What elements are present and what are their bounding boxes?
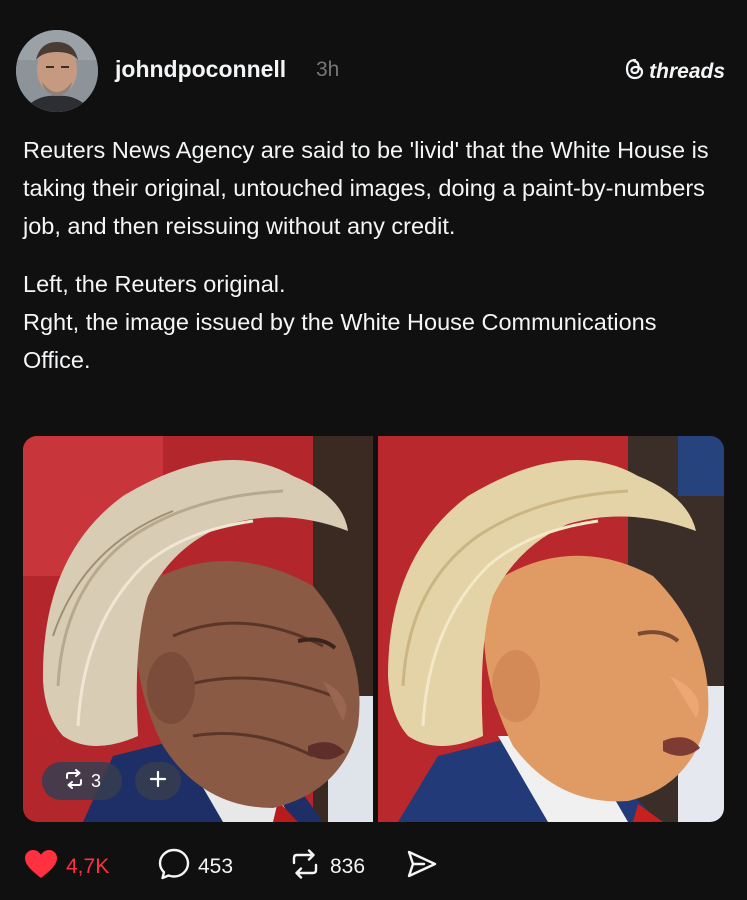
post-caption-right: Rght, the image issued by the White Hous… — [23, 309, 657, 373]
comment-icon — [158, 848, 190, 886]
avatar[interactable] — [16, 30, 98, 112]
post-caption-left: Left, the Reuters original. — [23, 271, 286, 297]
reply-count: 453 — [198, 855, 234, 878]
post-paragraph: Reuters News Agency are said to be 'livi… — [23, 137, 709, 239]
heart-icon — [24, 849, 58, 885]
photo-edited[interactable] — [378, 436, 724, 822]
media-repost-chip[interactable]: 3 — [42, 762, 122, 800]
add-button[interactable] — [135, 762, 181, 800]
send-icon — [406, 849, 438, 885]
action-bar: 4,7K 453 836 — [24, 848, 438, 886]
reply-button[interactable]: 453 — [158, 848, 288, 886]
like-count: 4,7K — [66, 855, 110, 878]
username[interactable]: johndpoconnell — [115, 56, 286, 83]
media-repost-count: 3 — [90, 770, 101, 791]
repost-count: 836 — [330, 855, 366, 878]
threads-brand[interactable]: threads — [625, 58, 725, 86]
like-button[interactable]: 4,7K — [24, 849, 158, 885]
repost-icon — [288, 849, 322, 885]
post-text: Reuters News Agency are said to be 'livi… — [23, 131, 728, 379]
threads-wordmark: threads — [649, 60, 725, 83]
timestamp: 3h — [316, 58, 340, 81]
threads-logo-icon — [625, 58, 645, 86]
repost-icon — [63, 768, 85, 794]
repost-button[interactable]: 836 — [288, 849, 406, 885]
plus-icon — [148, 769, 168, 794]
share-button[interactable] — [406, 849, 438, 885]
